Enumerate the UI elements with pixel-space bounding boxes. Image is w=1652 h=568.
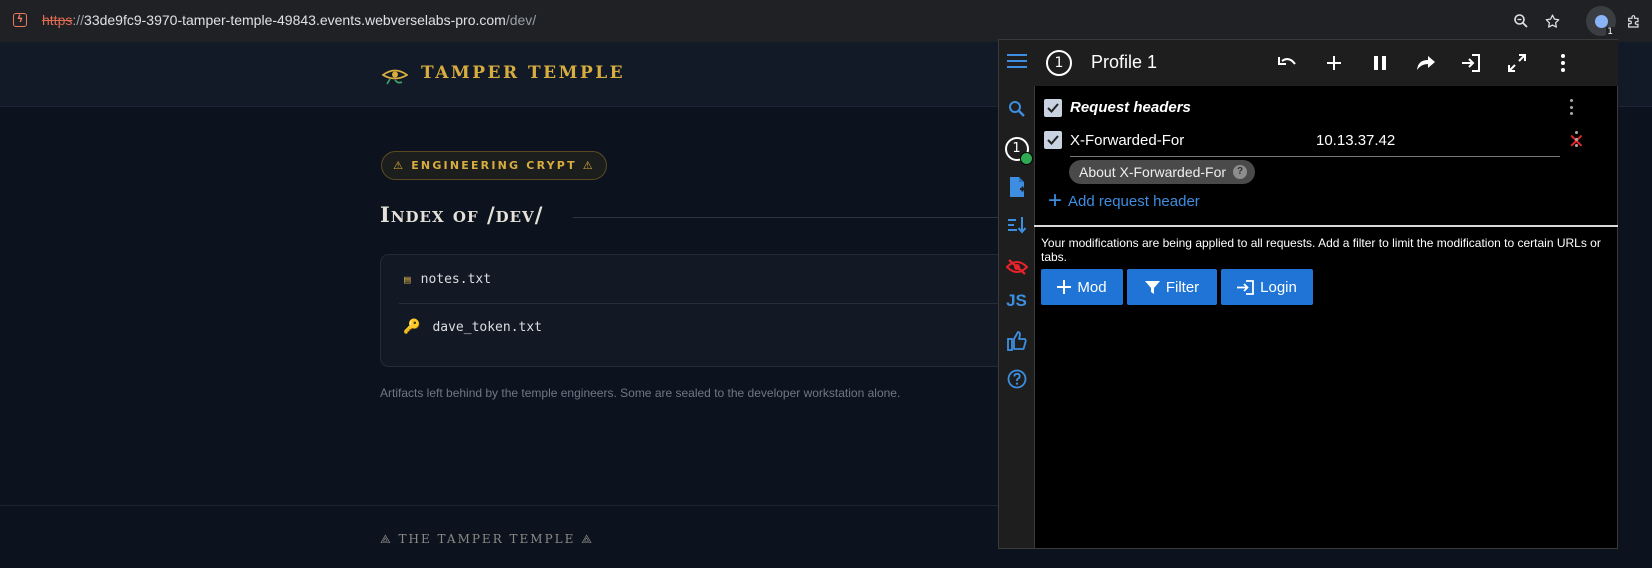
share-icon[interactable] bbox=[1411, 48, 1441, 78]
key-icon: 🔑 bbox=[403, 319, 421, 335]
url-separator: :// bbox=[72, 12, 85, 28]
add-request-header-button[interactable]: + Add request header bbox=[1048, 187, 1200, 214]
browser-address-bar: ϟ https://33de9fc9-3970-tamper-temple-49… bbox=[0, 0, 1652, 42]
section-divider bbox=[1034, 225, 1618, 227]
plus-icon bbox=[1057, 280, 1072, 294]
extension-badge-count: 1 bbox=[1606, 27, 1614, 37]
js-icon[interactable]: JS bbox=[999, 284, 1034, 318]
add-icon[interactable] bbox=[1319, 48, 1349, 78]
title-divider bbox=[573, 217, 1003, 218]
bookmark-star-icon[interactable] bbox=[1541, 8, 1563, 34]
sidebar-profile-1[interactable]: 1 bbox=[999, 132, 1034, 166]
filter-label: Filter bbox=[1165, 278, 1200, 296]
import-icon[interactable] bbox=[1456, 48, 1486, 78]
extensions-puzzle-icon[interactable] bbox=[1623, 8, 1645, 34]
site-info-icon[interactable]: ϟ bbox=[13, 13, 27, 27]
login-button[interactable]: Login bbox=[1221, 269, 1313, 305]
header-menu-icon[interactable] bbox=[1570, 130, 1582, 148]
profile-name[interactable]: Profile 1 bbox=[1091, 52, 1157, 73]
extension-sidebar: 1 JS bbox=[999, 40, 1035, 548]
site-brand[interactable]: TAMPER TEMPLE bbox=[421, 63, 625, 83]
modheader-popup: 1 JS 1 Profile 1 Request headers X-Forwa… bbox=[998, 39, 1618, 549]
login-icon bbox=[1237, 279, 1255, 295]
file-list: ▤ notes.txt 🔑 dave_token.txt bbox=[380, 254, 1020, 367]
add-mod-button[interactable]: Mod bbox=[1041, 269, 1123, 305]
more-menu-icon[interactable] bbox=[1548, 48, 1578, 78]
filter-notice: Your modifications are being applied to … bbox=[1041, 236, 1601, 264]
url-scheme: https bbox=[42, 12, 73, 28]
header-name-input[interactable]: X-Forwarded-For bbox=[1070, 132, 1184, 149]
profile-number-text: 1 bbox=[1012, 141, 1021, 156]
menu-icon[interactable] bbox=[999, 44, 1034, 78]
file-item-notes[interactable]: ▤ notes.txt bbox=[399, 255, 999, 304]
url-field[interactable]: https://33de9fc9-3970-tamper-temple-4984… bbox=[42, 12, 536, 28]
hide-eye-icon[interactable] bbox=[999, 250, 1034, 284]
file-name[interactable]: dave_token.txt bbox=[432, 320, 542, 335]
header-input-underline bbox=[1070, 156, 1560, 157]
header-value-input[interactable]: 10.13.37.42 bbox=[1316, 132, 1395, 149]
page-title: Index of /dev/ bbox=[380, 202, 544, 227]
add-profile-icon[interactable] bbox=[999, 170, 1034, 204]
header-enable-checkbox[interactable] bbox=[1044, 131, 1062, 149]
url-host: 33de9fc9-3970-tamper-temple-49843.events… bbox=[84, 12, 506, 28]
document-icon: ▤ bbox=[404, 272, 411, 286]
sort-icon[interactable] bbox=[999, 208, 1034, 242]
section-badge: ⚠ ENGINEERING CRYPT ⚠ bbox=[381, 151, 607, 180]
expand-icon[interactable] bbox=[1502, 48, 1532, 78]
undo-icon[interactable] bbox=[1272, 48, 1302, 78]
extension-icon[interactable]: 1 bbox=[1586, 6, 1616, 37]
file-list-caption: Artifacts left behind by the temple engi… bbox=[380, 386, 901, 400]
section-enable-checkbox[interactable] bbox=[1044, 99, 1062, 117]
footer-text: ⟁ THE TAMPER TEMPLE ⟁ bbox=[380, 532, 594, 546]
extension-dot bbox=[1594, 14, 1608, 28]
login-label: Login bbox=[1260, 278, 1297, 296]
profile-header: 1 Profile 1 bbox=[1034, 40, 1618, 86]
thumbs-up-icon[interactable] bbox=[999, 324, 1034, 358]
add-filter-button[interactable]: Filter bbox=[1127, 269, 1217, 305]
url-path: /dev/ bbox=[505, 12, 537, 28]
zoom-icon[interactable] bbox=[1510, 8, 1532, 34]
js-label: JS bbox=[1006, 291, 1027, 310]
search-icon[interactable] bbox=[999, 92, 1034, 126]
filter-icon bbox=[1144, 280, 1160, 294]
help-circle-icon: ? bbox=[1233, 165, 1248, 179]
about-header-label: About X-Forwarded-For bbox=[1079, 164, 1227, 180]
profile-number: 1 bbox=[1004, 137, 1033, 165]
footer-divider bbox=[0, 505, 1000, 506]
mod-label: Mod bbox=[1077, 278, 1107, 296]
pause-icon[interactable] bbox=[1365, 48, 1395, 78]
about-header-chip[interactable]: About X-Forwarded-For ? bbox=[1069, 160, 1256, 184]
section-menu-icon[interactable] bbox=[1565, 98, 1577, 116]
file-name[interactable]: notes.txt bbox=[421, 272, 491, 287]
plus-icon: + bbox=[1048, 187, 1063, 214]
eye-logo-icon bbox=[382, 69, 408, 85]
file-item-dave-token[interactable]: 🔑 dave_token.txt bbox=[399, 303, 999, 351]
help-icon[interactable] bbox=[999, 362, 1034, 396]
active-check-icon bbox=[1019, 152, 1033, 165]
profile-number-badge: 1 bbox=[1046, 50, 1072, 76]
section-title: Request headers bbox=[1070, 99, 1191, 116]
add-request-header-label: Add request header bbox=[1068, 192, 1200, 210]
